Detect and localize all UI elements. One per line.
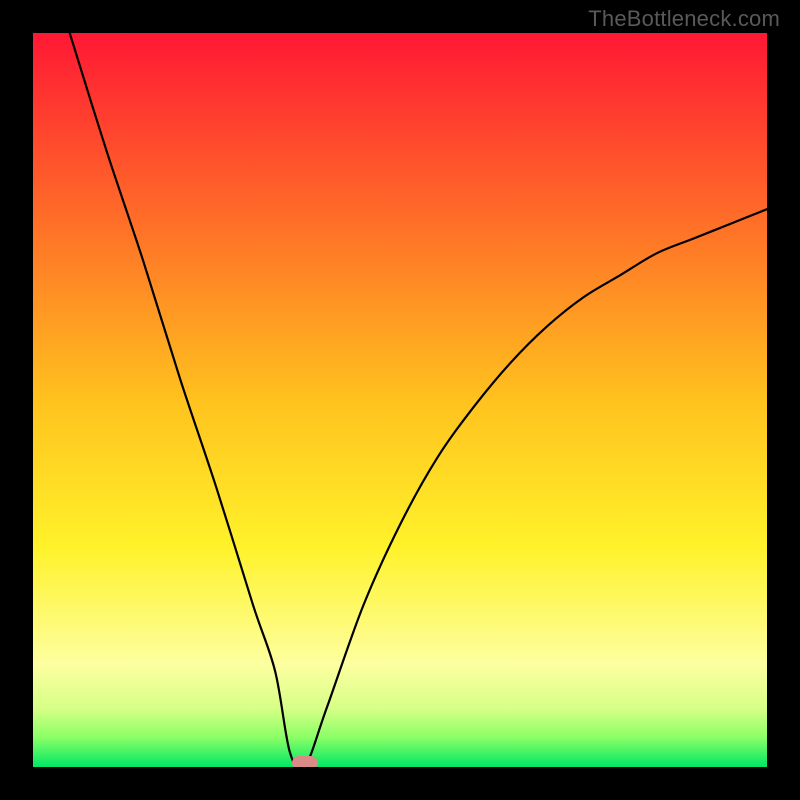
plot-area [33,33,767,767]
chart-svg [33,33,767,767]
watermark-text: TheBottleneck.com [588,6,780,32]
gradient-background [33,33,767,767]
minimum-marker [292,756,318,767]
chart-frame: TheBottleneck.com [0,0,800,800]
